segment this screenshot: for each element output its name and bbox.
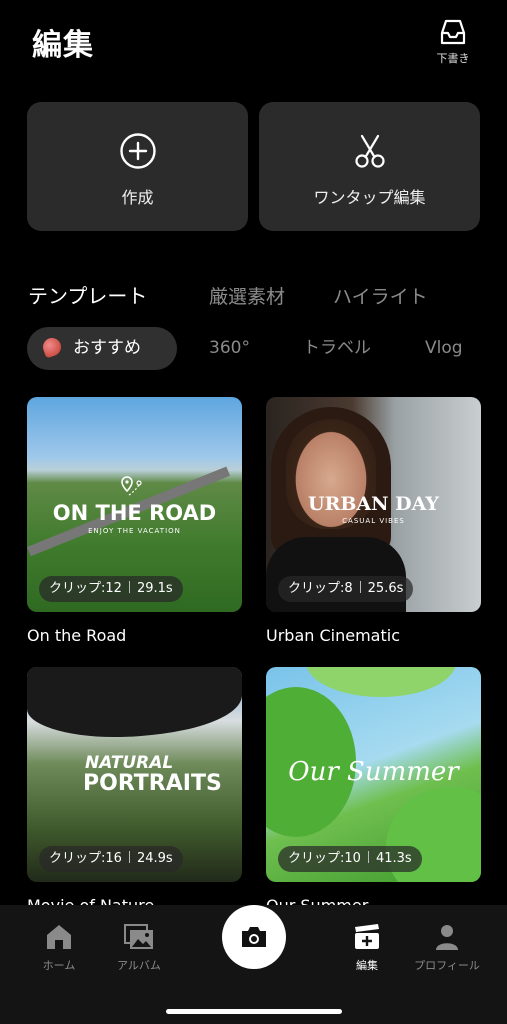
home-indicator [166, 1009, 342, 1014]
drafts-label: 下書き [436, 52, 470, 65]
clip-count: クリップ:12 [49, 581, 122, 596]
clip-info-badge: クリップ:10 41.3s [278, 846, 422, 872]
tab-curated-materials[interactable]: 厳選素材 [209, 282, 285, 309]
chip-travel[interactable]: トラベル [303, 327, 371, 370]
clip-duration: 29.1s [136, 581, 173, 596]
create-button[interactable]: 作成 [27, 102, 248, 231]
template-title[interactable]: Urban Cinematic [266, 626, 400, 645]
clip-count: クリップ:16 [49, 851, 122, 866]
template-overlay-text: NATURAL [85, 753, 174, 773]
chip-recommended[interactable]: おすすめ [27, 327, 177, 370]
template-overlay-text: ON THE ROAD [52, 501, 217, 525]
template-overlay-text-2: PORTRAITS [83, 771, 222, 796]
template-overlay-subtext: ENJOY THE VACATION [88, 527, 181, 535]
template-card-urban-cinematic[interactable]: URBAN DAY CASUAL VIBES クリップ:8 25.6s [266, 397, 481, 612]
clip-duration: 41.3s [375, 851, 412, 866]
nav-edit-label: 編集 [356, 959, 378, 972]
nav-profile[interactable]: プロフィール [412, 923, 482, 973]
nav-home[interactable]: ホーム [24, 923, 94, 973]
nav-album-label: アルバム [117, 959, 161, 972]
one-tap-edit-button[interactable]: ワンタップ編集 [259, 102, 480, 231]
one-tap-edit-label: ワンタップ編集 [313, 188, 426, 207]
cave-arch-graphic [27, 667, 242, 737]
template-overlay-text: URBAN DAY [308, 493, 439, 515]
camera-icon [242, 927, 266, 947]
album-icon [124, 924, 153, 949]
template-overlay-text: Our Summer [288, 757, 459, 787]
drafts-button[interactable]: 下書き [433, 18, 473, 66]
template-card-movie-of-nature[interactable]: NATURAL PORTRAITS クリップ:16 24.9s [27, 667, 242, 882]
petal-icon [40, 335, 64, 359]
nav-album[interactable]: アルバム [104, 923, 174, 973]
nav-home-label: ホーム [42, 959, 76, 972]
category-chips: おすすめ 360° トラベル Vlog [0, 327, 507, 371]
template-overlay-subtext: CASUAL VIBES [342, 517, 405, 525]
clip-info-badge: クリップ:16 24.9s [39, 846, 183, 872]
header: 編集 下書き [0, 0, 507, 90]
template-title[interactable]: On the Road [27, 626, 126, 645]
clip-info-badge: クリップ:8 25.6s [278, 576, 414, 602]
clip-count: クリップ:10 [288, 851, 361, 866]
bottom-navigation: ホーム アルバム 編集 プロフィール [0, 905, 507, 1024]
clip-count: クリップ:8 [288, 581, 353, 596]
leaf-graphic [306, 667, 456, 697]
clip-duration: 25.6s [367, 581, 404, 596]
scissors-icon [354, 134, 385, 168]
template-card-our-summer[interactable]: Our Summer クリップ:10 41.3s [266, 667, 481, 882]
chip-recommended-label: おすすめ [73, 338, 141, 358]
clip-info-badge: クリップ:12 29.1s [39, 576, 183, 602]
person-icon [436, 925, 458, 950]
nav-profile-label: プロフィール [414, 959, 480, 972]
camera-button[interactable] [222, 905, 286, 969]
plus-circle-icon [119, 133, 156, 169]
tab-highlights[interactable]: ハイライト [333, 282, 428, 309]
edit-clapper-icon [355, 924, 379, 949]
clip-duration: 24.9s [136, 851, 173, 866]
chip-vlog[interactable]: Vlog [425, 327, 463, 370]
location-pin-icon [121, 476, 142, 496]
chip-360[interactable]: 360° [209, 327, 250, 370]
create-label: 作成 [121, 188, 154, 207]
template-card-on-the-road[interactable]: ON THE ROAD ENJOY THE VACATION クリップ:12 29… [27, 397, 242, 612]
inbox-tray-icon [440, 19, 466, 45]
page-title: 編集 [32, 28, 94, 63]
home-icon [47, 925, 71, 949]
nav-edit[interactable]: 編集 [332, 923, 402, 973]
tab-templates[interactable]: テンプレート [28, 280, 147, 309]
